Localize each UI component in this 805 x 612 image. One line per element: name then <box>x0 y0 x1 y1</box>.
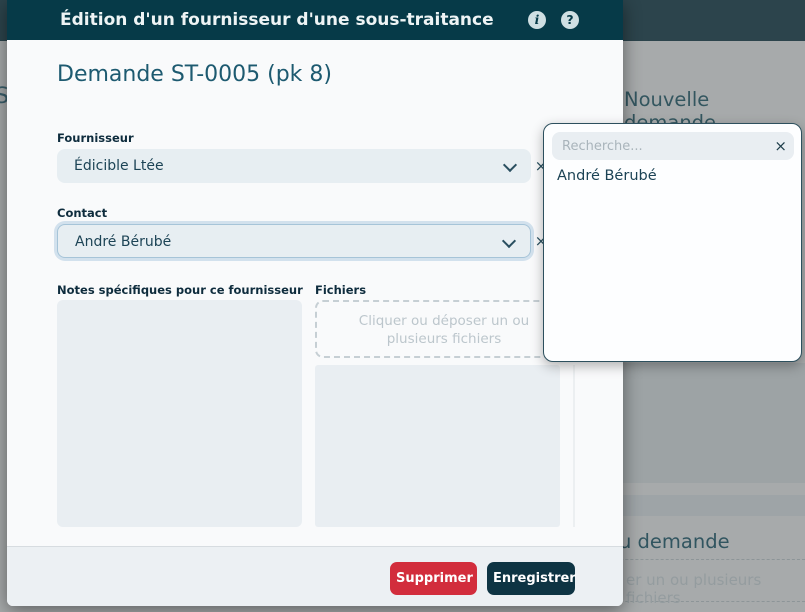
contact-label: Contact <box>57 206 107 220</box>
fichiers-label: Fichiers <box>315 283 366 297</box>
request-heading: Demande ST-0005 (pk 8) <box>57 62 332 87</box>
fournisseur-value: Édicible Ltée <box>74 149 164 183</box>
notes-label: Notes spécifiques pour ce fournisseur <box>57 283 303 297</box>
delete-button[interactable]: Supprimer <box>390 562 477 595</box>
files-list-box <box>315 365 560 527</box>
background-section-heading-fragment: u demande <box>619 530 730 553</box>
modal-title: Édition d'un fournisseur d'une sous-trai… <box>60 0 494 40</box>
dropdown-option[interactable]: André Bérubé <box>557 168 657 184</box>
search-input[interactable] <box>552 132 794 160</box>
screen: S Nouvelle demande u demande er un ou pl… <box>0 0 805 612</box>
column-divider <box>573 365 575 527</box>
contact-select[interactable]: André Bérubé <box>57 224 531 258</box>
close-icon[interactable]: × <box>774 132 787 160</box>
contact-dropdown-popup: × André Bérubé <box>543 123 802 362</box>
modal-header: Édition d'un fournisseur d'une sous-trai… <box>7 0 623 40</box>
chevron-down-icon <box>503 158 517 172</box>
contact-value: André Bérubé <box>75 225 171 259</box>
notes-textarea[interactable] <box>57 300 302 527</box>
save-button[interactable]: Enregistrer <box>487 562 575 595</box>
edit-supplier-modal: Édition d'un fournisseur d'une sous-trai… <box>7 0 623 606</box>
files-dropzone[interactable]: Cliquer ou déposer un ou plusieurs fichi… <box>315 300 573 358</box>
info-icon[interactable]: i <box>528 11 546 29</box>
fournisseur-label: Fournisseur <box>57 131 134 145</box>
modal-footer: Supprimer Enregistrer <box>7 546 623 606</box>
fournisseur-select[interactable]: Édicible Ltée <box>57 149 531 183</box>
chevron-down-icon <box>502 234 516 248</box>
help-icon[interactable]: ? <box>561 11 579 29</box>
